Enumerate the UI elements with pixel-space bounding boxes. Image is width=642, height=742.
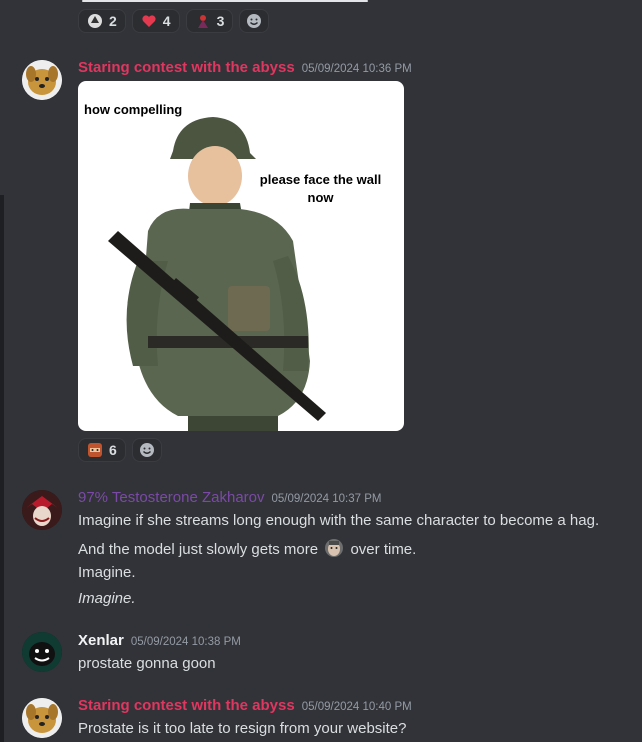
message-header: 97% Testosterone Zakharov 05/09/2024 10:… — [78, 489, 381, 506]
character-emoji-icon — [195, 13, 211, 29]
username[interactable]: Staring contest with the abyss — [78, 697, 295, 714]
message-text: prostate gonna goon — [78, 655, 216, 672]
reaction-count: 4 — [162, 13, 171, 29]
reaction-chip[interactable]: 2 — [78, 9, 126, 33]
add-reaction-button[interactable] — [131, 438, 162, 462]
meme-caption-top: how compelling — [84, 102, 183, 117]
old-man-face-emoji-icon — [324, 538, 344, 558]
reaction-bar: 6 — [78, 438, 162, 462]
avatar[interactable] — [22, 490, 62, 530]
smiley-icon — [139, 443, 154, 457]
dog-avatar-icon — [22, 60, 62, 100]
message-text: Imagine if she streams long enough with … — [78, 512, 600, 529]
timestamp[interactable]: 05/09/2024 10:37 PM — [272, 493, 382, 505]
reaction-chip[interactable]: 3 — [185, 9, 234, 33]
reaction-count: 6 — [109, 442, 117, 458]
dog-avatar-icon — [22, 698, 62, 738]
anime-character-avatar-icon — [22, 490, 62, 530]
message-text: And the model just slowly gets more over… — [78, 538, 416, 558]
message-header: Staring contest with the abyss 05/09/202… — [78, 697, 412, 714]
timestamp[interactable]: 05/09/2024 10:40 PM — [302, 701, 412, 713]
left-rail — [0, 195, 4, 742]
red-heart-icon — [141, 13, 157, 29]
username[interactable]: Xenlar — [78, 632, 124, 649]
avatar[interactable] — [22, 632, 62, 672]
reaction-bar-previous: 2 4 3 — [78, 9, 270, 33]
smiley-icon — [247, 14, 262, 28]
reaction-count: 2 — [109, 13, 117, 29]
username[interactable]: 97% Testosterone Zakharov — [78, 489, 265, 506]
face-emoji-icon — [87, 442, 103, 458]
username[interactable]: Staring contest with the abyss — [78, 59, 295, 76]
timestamp[interactable]: 05/09/2024 10:36 PM — [302, 63, 412, 75]
message-text-italic: Imagine. — [78, 590, 136, 607]
avatar[interactable] — [22, 60, 62, 100]
dark-character-avatar-icon — [22, 632, 62, 672]
message-header: Xenlar 05/09/2024 10:38 PM — [78, 632, 241, 649]
message-header: Staring contest with the abyss 05/09/202… — [78, 59, 412, 76]
image-attachment[interactable]: how compelling please face the wall now — [78, 81, 404, 431]
reaction-chip[interactable]: 6 — [78, 438, 126, 462]
message-text: Imagine. — [78, 564, 136, 581]
character-emoji-icon — [87, 13, 103, 29]
timestamp[interactable]: 05/09/2024 10:38 PM — [131, 636, 241, 648]
soldier-illustration — [108, 117, 326, 431]
previous-message-bottom-edge — [82, 0, 368, 2]
reaction-count: 3 — [216, 13, 225, 29]
meme-caption-right: please face the wall now — [259, 172, 382, 205]
message-text: Prostate is it too late to resign from y… — [78, 720, 407, 737]
reaction-chip[interactable]: 4 — [131, 9, 180, 33]
add-reaction-button[interactable] — [239, 9, 270, 33]
avatar[interactable] — [22, 698, 62, 738]
